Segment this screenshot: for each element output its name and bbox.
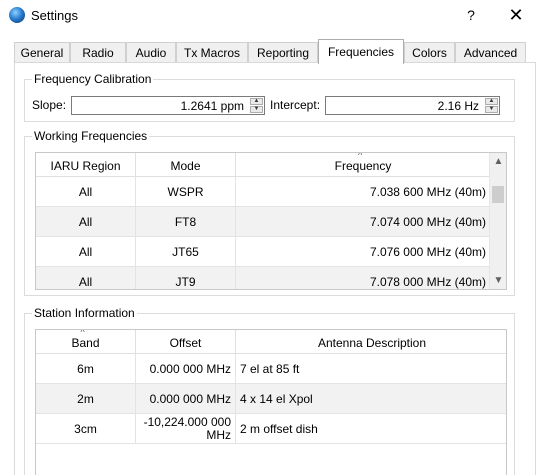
intercept-value: 2.16 Hz xyxy=(437,99,479,113)
tab-tx-macros[interactable]: Tx Macros xyxy=(176,42,248,63)
intercept-stepper[interactable]: ▲ ▼ xyxy=(485,98,498,113)
spin-down-icon[interactable]: ▼ xyxy=(485,106,498,113)
cell-antenna: 4 x 14 el Xpol xyxy=(236,384,506,414)
frequencies-panel: Frequency Calibration Slope: 1.2641 ppm … xyxy=(14,62,536,475)
slope-value: 1.2641 ppm xyxy=(180,99,244,113)
group-title: Working Frequencies xyxy=(32,129,150,143)
table-header: IARU Region Mode ^ Frequency xyxy=(36,153,491,177)
cell-region: All xyxy=(36,177,136,207)
table-header: ^ Band Offset Antenna Description xyxy=(36,330,506,354)
help-button[interactable]: ? xyxy=(458,4,484,26)
table-row[interactable]: All WSPR 7.038 600 MHz (40m) xyxy=(36,177,491,207)
table-row[interactable]: All JT65 7.076 000 MHz (40m) xyxy=(36,237,491,267)
tab-reporting[interactable]: Reporting xyxy=(248,42,318,63)
cell-band: 3cm xyxy=(36,414,136,444)
station-information-table[interactable]: ^ Band Offset Antenna Description 6m 0.0… xyxy=(35,329,507,475)
tab-frequencies[interactable]: Frequencies xyxy=(318,39,404,64)
column-header-antenna-description[interactable]: Antenna Description xyxy=(236,330,506,354)
cell-region: All xyxy=(36,237,136,267)
scrollbar-thumb[interactable] xyxy=(492,186,504,203)
spin-down-icon[interactable]: ▼ xyxy=(250,106,263,113)
offset-line-1: -10,224.000 000 xyxy=(143,414,231,429)
slope-stepper[interactable]: ▲ ▼ xyxy=(250,98,263,113)
column-header-label: Frequency xyxy=(334,159,392,173)
window-title: Settings xyxy=(31,8,78,23)
vertical-scrollbar[interactable]: ▲ ▼ xyxy=(489,153,506,289)
column-header-band[interactable]: ^ Band xyxy=(36,330,136,354)
title-bar: Settings ? ✕ xyxy=(0,0,539,31)
cell-region: All xyxy=(36,267,136,289)
slope-spinbox[interactable]: 1.2641 ppm ▲ ▼ xyxy=(71,96,265,115)
intercept-spinbox[interactable]: 2.16 Hz ▲ ▼ xyxy=(325,96,500,115)
cell-antenna: 7 el at 85 ft xyxy=(236,354,506,384)
spin-up-icon[interactable]: ▲ xyxy=(250,98,263,105)
group-title: Station Information xyxy=(32,306,137,320)
table-row[interactable]: All FT8 7.074 000 MHz (40m) xyxy=(36,207,491,237)
cell-frequency: 7.074 000 MHz (40m) xyxy=(236,207,491,237)
column-header-label: Band xyxy=(71,336,100,350)
group-title: Frequency Calibration xyxy=(32,72,154,86)
cell-region: All xyxy=(36,207,136,237)
cell-offset: 0.000 000 MHz xyxy=(136,384,236,414)
close-button[interactable]: ✕ xyxy=(501,4,531,26)
frequency-calibration-group: Frequency Calibration Slope: 1.2641 ppm … xyxy=(24,72,515,122)
cell-frequency: 7.038 600 MHz (40m) xyxy=(236,177,491,207)
sort-indicator-icon: ^ xyxy=(358,152,363,160)
tab-audio[interactable]: Audio xyxy=(126,42,176,63)
column-header-mode[interactable]: Mode xyxy=(136,153,236,177)
table-row[interactable]: 3cm -10,224.000 000 MHz 2 m offset dish xyxy=(36,414,506,444)
working-frequencies-table[interactable]: IARU Region Mode ^ Frequency All WSPR 7.… xyxy=(35,152,507,290)
column-header-offset[interactable]: Offset xyxy=(136,330,236,354)
column-header-iaru-region[interactable]: IARU Region xyxy=(36,153,136,177)
sort-indicator-icon: ^ xyxy=(80,329,85,337)
cell-antenna: 2 m offset dish xyxy=(236,414,506,444)
cell-offset: -10,224.000 000 MHz xyxy=(136,414,236,444)
cell-frequency: 7.076 000 MHz (40m) xyxy=(236,237,491,267)
globe-icon xyxy=(9,7,25,23)
column-header-frequency[interactable]: ^ Frequency xyxy=(236,153,491,177)
tab-colors[interactable]: Colors xyxy=(404,42,455,63)
table-row[interactable]: 2m 0.000 000 MHz 4 x 14 el Xpol xyxy=(36,384,506,414)
table-row[interactable]: 6m 0.000 000 MHz 7 el at 85 ft xyxy=(36,354,506,384)
cell-band: 6m xyxy=(36,354,136,384)
cell-mode: FT8 xyxy=(136,207,236,237)
cell-mode: JT65 xyxy=(136,237,236,267)
tab-general[interactable]: General xyxy=(14,42,70,63)
cell-band: 2m xyxy=(36,384,136,414)
cell-offset: 0.000 000 MHz xyxy=(136,354,236,384)
intercept-label: Intercept: xyxy=(270,98,321,112)
working-frequencies-group: Working Frequencies IARU Region Mode ^ F… xyxy=(24,129,515,296)
cell-mode: JT9 xyxy=(136,267,236,289)
tab-radio[interactable]: Radio xyxy=(70,42,126,63)
chevron-down-icon[interactable]: ▼ xyxy=(490,272,506,289)
station-information-group: Station Information ^ Band Offset Antenn… xyxy=(24,306,515,475)
spin-up-icon[interactable]: ▲ xyxy=(485,98,498,105)
tab-advanced[interactable]: Advanced xyxy=(455,42,526,63)
cell-mode: WSPR xyxy=(136,177,236,207)
cell-frequency: 7.078 000 MHz (40m) xyxy=(236,267,491,289)
slope-label: Slope: xyxy=(32,98,67,112)
offset-line-2: MHz xyxy=(206,427,231,442)
chevron-up-icon[interactable]: ▲ xyxy=(490,153,506,170)
table-row[interactable]: All JT9 7.078 000 MHz (40m) xyxy=(36,267,491,289)
